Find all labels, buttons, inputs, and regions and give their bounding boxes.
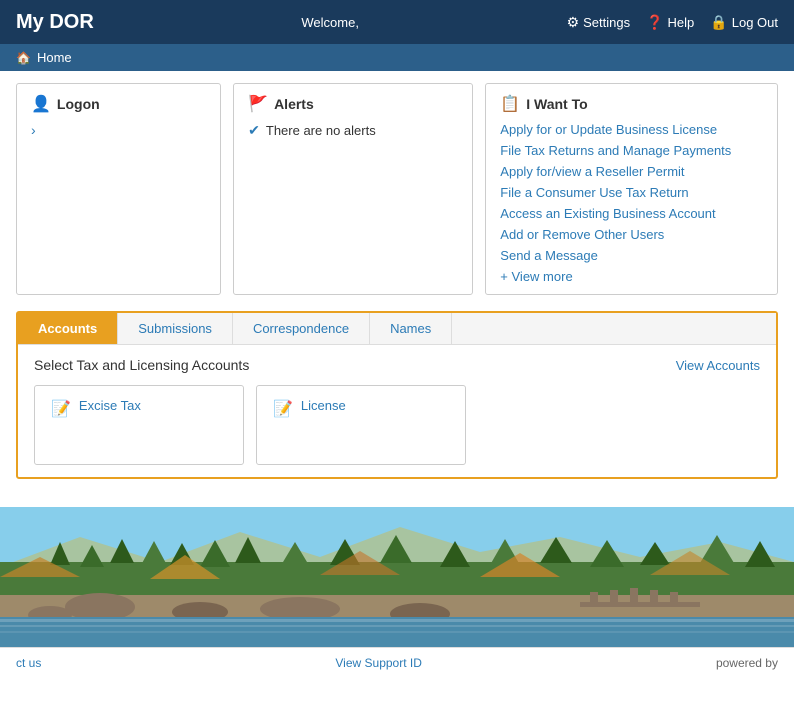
logon-panel-header: 👤 Logon [31, 94, 206, 114]
lock-icon: 🔒 [710, 14, 727, 31]
logon-expand-arrow[interactable]: › [31, 122, 206, 138]
panels-row: 👤 Logon › 🚩 Alerts ✔ There are no alerts… [16, 83, 778, 295]
iwantto-link-6[interactable]: Send a Message [500, 248, 763, 263]
home-link[interactable]: Home [37, 50, 72, 65]
breadcrumb: 🏠 Home [0, 44, 794, 71]
tabs-section: AccountsSubmissionsCorrespondenceNames S… [16, 311, 778, 479]
flag-icon: 🚩 [248, 94, 268, 114]
app-title: My DOR [16, 11, 94, 34]
iwantto-link-4[interactable]: Access an Existing Business Account [500, 206, 763, 221]
settings-label: Settings [583, 15, 630, 30]
help-label: Help [668, 15, 695, 30]
iwantto-link-5[interactable]: Add or Remove Other Users [500, 227, 763, 242]
iwantto-link-7[interactable]: + View more [500, 269, 763, 284]
logon-panel: 👤 Logon › [16, 83, 221, 295]
tab-content: Select Tax and Licensing Accounts View A… [18, 345, 776, 477]
clipboard-icon: 📋 [500, 94, 520, 114]
tab-section-header: Select Tax and Licensing Accounts View A… [34, 357, 760, 373]
alerts-panel-header: 🚩 Alerts [248, 94, 458, 114]
main-content: 👤 Logon › 🚩 Alerts ✔ There are no alerts… [0, 71, 794, 491]
tab-names[interactable]: Names [370, 313, 452, 344]
account-card-icon-1: 📝 [273, 399, 293, 419]
header: My DOR Welcome, ⚙ Settings ❓ Help 🔒 Log … [0, 0, 794, 44]
checkmark-icon: ✔ [248, 122, 260, 139]
iwantto-panel-header: 📋 I Want To [500, 94, 763, 114]
help-icon: ❓ [646, 14, 663, 31]
home-icon: 🏠 [16, 51, 31, 65]
logout-label: Log Out [732, 15, 778, 30]
tab-accounts[interactable]: Accounts [18, 313, 118, 344]
support-id-link[interactable]: View Support ID [335, 656, 422, 670]
alert-item: ✔ There are no alerts [248, 122, 458, 139]
accounts-section-title: Select Tax and Licensing Accounts [34, 357, 249, 373]
tabs-header: AccountsSubmissionsCorrespondenceNames [18, 313, 776, 345]
tab-submissions[interactable]: Submissions [118, 313, 233, 344]
iwantto-panel: 📋 I Want To Apply for or Update Business… [485, 83, 778, 295]
alert-message: There are no alerts [266, 123, 376, 138]
iwantto-links: Apply for or Update Business License File… [500, 122, 763, 284]
account-card-0[interactable]: 📝 Excise Tax [34, 385, 244, 465]
logout-link[interactable]: 🔒 Log Out [710, 14, 778, 31]
iwantto-link-2[interactable]: Apply for/view a Reseller Permit [500, 164, 763, 179]
header-actions: ⚙ Settings ❓ Help 🔒 Log Out [567, 14, 778, 31]
accounts-grid: 📝 Excise Tax 📝 License [34, 385, 760, 465]
contact-link[interactable]: ct us [16, 656, 41, 670]
user-icon: 👤 [31, 94, 51, 114]
alerts-panel: 🚩 Alerts ✔ There are no alerts [233, 83, 473, 295]
account-card-1[interactable]: 📝 License [256, 385, 466, 465]
account-card-label-0: Excise Tax [79, 398, 141, 413]
welcome-text: Welcome, [94, 15, 567, 30]
iwantto-title: I Want To [526, 96, 587, 112]
powered-by-text: powered by [716, 656, 778, 670]
logon-title: Logon [57, 96, 100, 112]
help-link[interactable]: ❓ Help [646, 14, 694, 31]
iwantto-link-0[interactable]: Apply for or Update Business License [500, 122, 763, 137]
landscape-svg [0, 507, 794, 647]
account-card-label-1: License [301, 398, 346, 413]
settings-icon: ⚙ [567, 14, 580, 31]
iwantto-link-1[interactable]: File Tax Returns and Manage Payments [500, 143, 763, 158]
footer: ct us View Support ID powered by [0, 647, 794, 678]
tab-correspondence[interactable]: Correspondence [233, 313, 370, 344]
account-card-icon-0: 📝 [51, 399, 71, 419]
settings-link[interactable]: ⚙ Settings [567, 14, 631, 31]
landscape-image [0, 507, 794, 647]
view-accounts-link[interactable]: View Accounts [676, 358, 760, 373]
iwantto-link-3[interactable]: File a Consumer Use Tax Return [500, 185, 763, 200]
alerts-title: Alerts [274, 96, 314, 112]
